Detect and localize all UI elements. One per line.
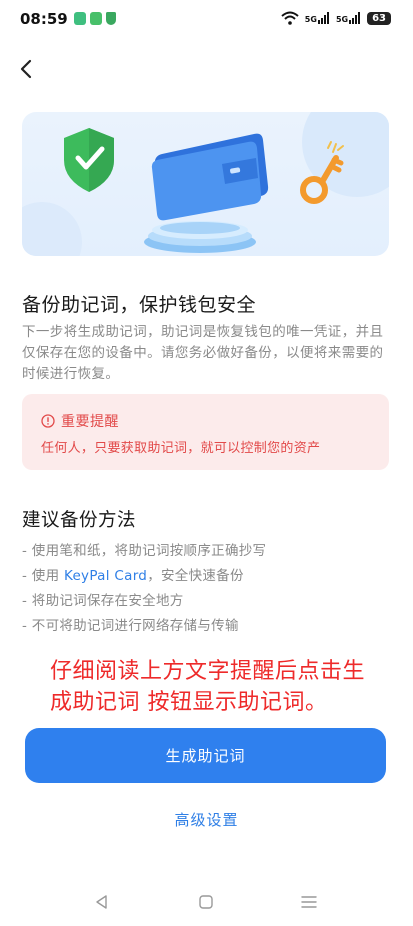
notification-icons [74,12,116,25]
signal-label: 5G [304,15,317,24]
list-item: - 使用笔和纸，将助记词按顺序正确抄写 [22,540,266,565]
wifi-icon [281,11,299,25]
shield-notification-icon [106,12,116,25]
app-notification-icon [90,12,102,25]
nav-recents-button[interactable] [299,892,319,912]
list-item-text: - 使用笔和纸，将助记词按顺序正确抄写 [22,543,267,559]
warning-title: 重要提醒 [61,414,119,430]
warning-text: 任何人，只要获取助记词，就可以控制您的资产 [41,441,321,456]
generate-mnemonic-button[interactable]: 生成助记词 [25,728,386,783]
square-home-icon [199,895,213,909]
signal-label: 5G [335,15,349,24]
methods-list: - 使用笔和纸，将助记词按顺序正确抄写 - 使用 KeyPal Card，安全快… [22,540,266,640]
signal-icon: 5G [305,12,330,24]
wallet-icon [151,133,269,221]
alert-icon [41,414,55,428]
list-item-text: - 不可将助记词进行网络存储与传输 [22,618,239,634]
page-description: 下一步将生成助记词，助记词是恢复钱包的唯一凭证，并且仅保存在您的设备中。请您务必… [22,324,384,382]
menu-lines-icon [301,896,317,908]
warning-box: 重要提醒 任何人，只要获取助记词，就可以控制您的资产 [22,394,389,470]
nav-back-button[interactable] [92,892,112,912]
list-item-text: ，安全快速备份 [147,568,244,584]
hero-graphic [22,112,389,256]
warning-header: 重要提醒 [41,411,119,431]
status-indicators: 5G 5G 63 [281,11,391,25]
signal-icon: 5G [336,12,361,24]
battery-icon: 63 [367,11,391,25]
hero-illustration [22,112,389,256]
back-button[interactable] [14,56,40,82]
list-item: - 不可将助记词进行网络存储与传输 [22,615,266,640]
methods-title: 建议备份方法 [22,510,137,531]
list-item: - 将助记词保存在安全地方 [22,590,266,615]
coin-stack-icon [144,221,256,253]
advanced-settings-link[interactable]: 高级设置 [0,809,413,830]
list-item-text: - 使用 [22,568,64,584]
nav-home-button[interactable] [196,892,216,912]
system-nav-bar [0,882,413,926]
page-title: 备份助记词，保护钱包安全 [22,294,257,316]
status-bar: 08:59 5G 5G 63 [0,0,413,40]
list-item-text: - 将助记词保存在安全地方 [22,593,184,609]
shield-check-icon [64,128,114,192]
list-item: - 使用 KeyPal Card，安全快速备份 [22,565,266,590]
chevron-left-icon [20,59,32,79]
keypal-card-link[interactable]: KeyPal Card [64,568,147,584]
instruction-text: 仔细阅读上方文字提醒后点击生成助记词 按钮显示助记词。 [50,659,366,715]
triangle-back-icon [96,895,107,909]
app-notification-icon [74,12,86,25]
status-time: 08:59 [20,10,68,28]
